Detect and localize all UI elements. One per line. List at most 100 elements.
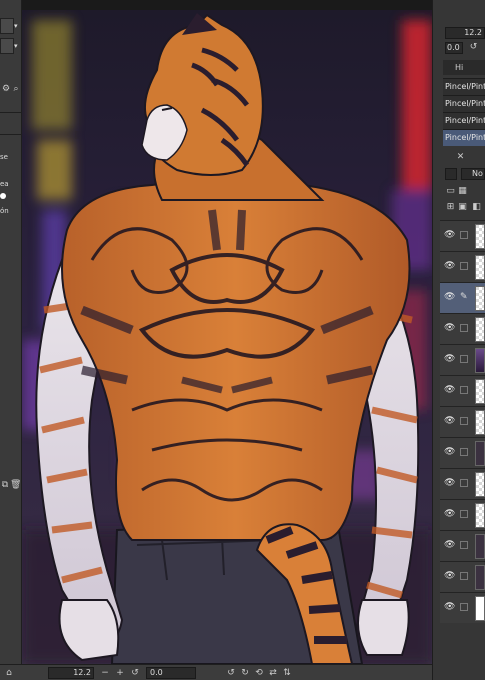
status-bar: ⌂ 12.2 − + ↺ 0.0 ↺ ↻ ⟲ ⇄ ⇅ [0, 664, 440, 680]
visibility-eye-icon[interactable]: 👁 [444, 261, 455, 271]
brush-item[interactable]: Pincel/Pintura [443, 112, 485, 129]
layer-thumbnail [475, 441, 485, 466]
navigator-icon[interactable]: ⌂ [4, 667, 14, 679]
lock-checkbox[interactable] [460, 603, 468, 611]
mask-icon[interactable]: ◧ [471, 202, 482, 213]
layer-thumbnail [475, 503, 485, 528]
layer-thumbnail [475, 317, 485, 342]
angle-field[interactable]: 0.0 [146, 667, 196, 679]
visibility-eye-icon[interactable]: 👁 [444, 292, 455, 302]
rotate-cw-icon[interactable]: ↻ [240, 667, 250, 679]
layer-thumbnail [475, 379, 485, 404]
layer-color-swatch[interactable] [445, 168, 457, 180]
brush-item[interactable]: Pincel/Pintura [443, 95, 485, 112]
layer-row[interactable]: 👁 [440, 375, 485, 406]
navigator-angle-field[interactable]: 0.0 [445, 42, 463, 54]
visibility-eye-icon[interactable]: 👁 [444, 416, 455, 426]
layer-row[interactable]: 👁 [440, 437, 485, 468]
lock-checkbox[interactable] [460, 262, 468, 270]
layer-row[interactable]: 👁 [440, 406, 485, 437]
close-icon[interactable]: ✕ [455, 152, 466, 163]
lock-checkbox[interactable] [460, 448, 468, 456]
zoom-field[interactable]: 12.2 [48, 667, 94, 679]
new-folder-icon[interactable]: ▣ [457, 202, 468, 213]
lock-checkbox[interactable] [460, 479, 468, 487]
visibility-eye-icon[interactable]: 👁 [444, 509, 455, 519]
visibility-eye-icon[interactable]: 👁 [444, 478, 455, 488]
property-label: ea [0, 180, 9, 188]
lock-checkbox[interactable] [460, 324, 468, 332]
rotate-ccw-icon[interactable]: ↺ [226, 667, 236, 679]
tool-property-panel: ▾ ▾ ⚙ ⌕ se ea ón ⧉ 🗑 [0, 0, 22, 680]
lock-checkbox[interactable] [460, 510, 468, 518]
layer-thumbnail [475, 472, 485, 497]
layer-thumbnail [475, 224, 485, 249]
layer-row[interactable]: 👁 [440, 499, 485, 530]
layer-row[interactable]: 👁 [440, 344, 485, 375]
visibility-eye-icon[interactable]: 👁 [444, 540, 455, 550]
layer-thumbnail [475, 348, 485, 373]
visibility-eye-icon[interactable]: 👁 [444, 447, 455, 457]
brush-opacity-field[interactable]: ▾ [0, 38, 18, 54]
rotate-left-icon[interactable]: ↺ [130, 667, 140, 679]
layer-thumbnail [475, 410, 485, 435]
layer-row[interactable]: 👁 [440, 468, 485, 499]
navigator-panel: 12.2 0.0 ↺ Hi [433, 0, 485, 78]
history-tab-label: Hi [455, 63, 464, 72]
search-icon[interactable]: ⌕ [11, 84, 21, 94]
lock-checkbox[interactable] [460, 417, 468, 425]
layer-row[interactable]: 👁 [440, 530, 485, 561]
chevron-down-icon[interactable]: ▾ [14, 22, 21, 30]
brush-size-field[interactable]: ▾ [0, 18, 18, 34]
property-label: ón [0, 207, 9, 215]
visibility-eye-icon[interactable]: 👁 [444, 385, 455, 395]
visibility-eye-icon[interactable]: 👁 [444, 323, 455, 333]
lock-checkbox[interactable] [460, 572, 468, 580]
layer-thumbnail [475, 565, 485, 590]
reset-icon[interactable]: ⟲ [254, 667, 264, 679]
divider [0, 134, 22, 135]
lock-checkbox[interactable] [460, 355, 468, 363]
new-layer-icon[interactable]: ⊞ [445, 202, 456, 213]
copy-icon[interactable]: ⧉ [0, 480, 10, 490]
trash-icon[interactable]: 🗑 [10, 480, 21, 490]
layer-thumbnail [475, 596, 485, 621]
visibility-eye-icon[interactable]: 👁 [444, 571, 455, 581]
layer-row[interactable]: 👁 [440, 220, 485, 251]
canvas-area[interactable] [22, 0, 432, 664]
layer-row[interactable]: 👁 [440, 313, 485, 344]
pen-icon: ✎ [460, 292, 468, 302]
brush-item-selected[interactable]: Pincel/Pintura [443, 129, 485, 146]
radio-button[interactable] [0, 193, 6, 199]
layer-thumbnail [475, 534, 485, 559]
checkerboard-icon[interactable]: ▦ [457, 186, 468, 197]
zoom-out-icon[interactable]: − [100, 667, 110, 679]
visibility-eye-icon[interactable]: 👁 [444, 354, 455, 364]
lock-checkbox[interactable] [460, 231, 468, 239]
blend-mode-select[interactable]: No [461, 168, 485, 180]
artwork-canvas[interactable] [22, 10, 432, 664]
layer-row-selected[interactable]: 👁 ✎ [440, 282, 485, 313]
settings-icon[interactable]: ⚙ [1, 84, 11, 94]
layer-row[interactable]: 👁 [440, 592, 485, 623]
layer-settings-icon[interactable]: ▭ [445, 186, 456, 197]
layer-row[interactable]: 👁 [440, 561, 485, 592]
zoom-in-icon[interactable]: + [115, 667, 125, 679]
lock-checkbox[interactable] [460, 541, 468, 549]
lock-checkbox[interactable] [460, 386, 468, 394]
tab-history[interactable]: Hi [443, 60, 485, 75]
brush-label: Pincel/Pintura [445, 133, 485, 142]
rotate-icon[interactable]: ↺ [468, 42, 479, 53]
chevron-down-icon[interactable]: ▾ [14, 42, 21, 50]
right-hand [357, 599, 410, 656]
visibility-eye-icon[interactable]: 👁 [444, 230, 455, 240]
flip-vertical-icon[interactable]: ⇅ [282, 667, 292, 679]
layer-row[interactable]: 👁 [440, 251, 485, 282]
visibility-eye-icon[interactable]: 👁 [444, 602, 455, 612]
brush-label: Pincel/Pintura [445, 116, 485, 125]
brush-item[interactable]: Pincel/Pintura [443, 78, 485, 95]
flip-icon[interactable]: ⇄ [268, 667, 278, 679]
navigator-zoom-field[interactable]: 12.2 [445, 27, 485, 39]
property-label: se [0, 153, 8, 161]
divider [0, 112, 22, 113]
